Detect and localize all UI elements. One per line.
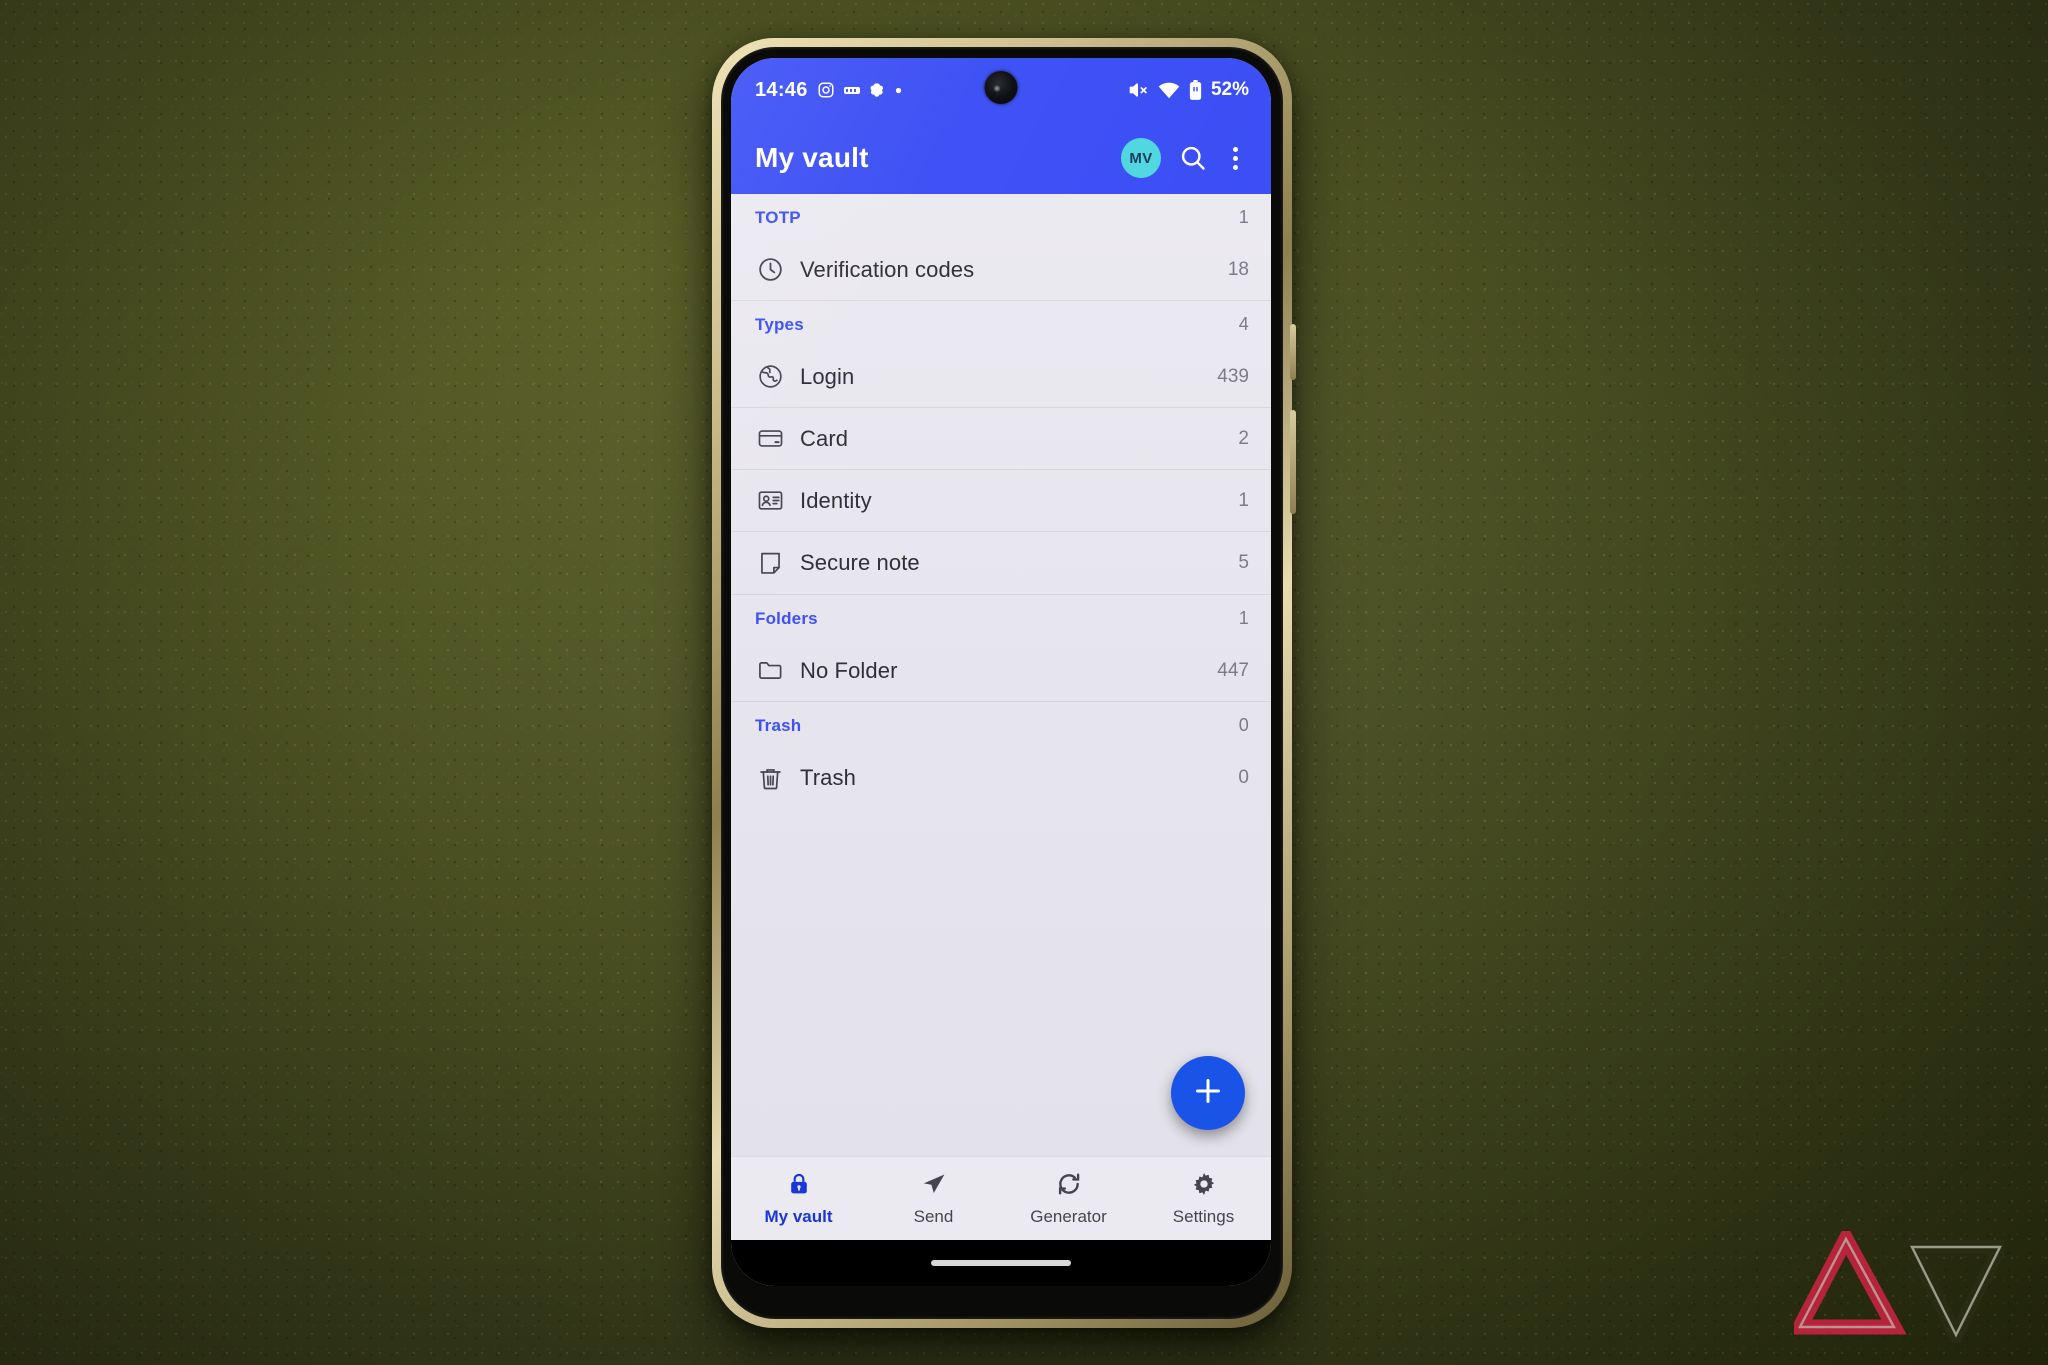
section-header-label: Folders	[755, 608, 818, 628]
section-header-label: TOTP	[755, 207, 801, 227]
nav-item-label: Send	[913, 1206, 954, 1226]
notification-dot-icon	[895, 87, 902, 94]
list-item-count: 2	[1238, 427, 1249, 449]
folder-icon	[755, 656, 785, 686]
status-bar-left: 14:46	[755, 79, 902, 102]
list-item-count: 447	[1217, 659, 1249, 681]
phone-screen: 14:46 52% My vault MV TOTP 1 Verificatio…	[731, 58, 1271, 1286]
section-header-types: Types 4	[731, 301, 1271, 346]
list-item-count: 5	[1238, 552, 1249, 573]
list-item-card[interactable]: Card 2	[731, 408, 1271, 470]
section-header-count: 1	[1238, 608, 1249, 628]
generator-icon	[1056, 1171, 1082, 1202]
instagram-icon	[817, 81, 835, 99]
vault-list[interactable]: TOTP 1 Verification codes 18 Types 4 Log…	[731, 194, 1271, 1156]
list-item-label: Identity	[800, 487, 872, 513]
status-bar-right: 52%	[1127, 79, 1249, 101]
notification-badge-icon	[843, 85, 860, 96]
list-item-no-folder[interactable]: No Folder 447	[731, 640, 1271, 702]
list-item-count: 1	[1238, 489, 1249, 511]
plus-icon	[1191, 1074, 1225, 1113]
section-header-folders: Folders 1	[731, 595, 1271, 640]
nav-item-label: My vault	[764, 1206, 833, 1226]
phone-side-button-volume[interactable]	[1290, 324, 1296, 380]
mute-icon	[1127, 80, 1149, 100]
nav-item-my-vault[interactable]: My vault	[731, 1171, 866, 1227]
app-notification-icon	[869, 82, 886, 99]
search-icon[interactable]	[1179, 144, 1207, 172]
section-header-label: Trash	[755, 715, 802, 735]
phone-bezel: 14:46 52% My vault MV TOTP 1 Verificatio…	[721, 47, 1283, 1319]
trash-icon	[755, 763, 785, 793]
add-item-fab[interactable]	[1171, 1056, 1245, 1130]
section-header-label: Types	[755, 314, 804, 334]
android-police-logo	[1794, 1231, 2004, 1343]
section-header-totp: TOTP 1	[731, 194, 1271, 239]
clock-icon	[755, 255, 785, 285]
identity-icon	[755, 486, 785, 516]
avatar[interactable]: MV	[1121, 138, 1161, 178]
app-bar: My vault MV	[731, 122, 1271, 194]
nav-item-generator[interactable]: Generator	[1001, 1171, 1136, 1227]
status-bar: 14:46 52%	[731, 58, 1271, 122]
page-title: My vault	[755, 142, 869, 173]
nav-item-label: Settings	[1172, 1206, 1235, 1226]
list-item-count: 439	[1217, 365, 1249, 387]
list-item-secure-note[interactable]: Secure note 5	[731, 532, 1271, 594]
send-icon	[921, 1171, 947, 1202]
note-icon	[755, 548, 785, 578]
gesture-navigation-area	[731, 1240, 1271, 1286]
phone-device: 14:46 52% My vault MV TOTP 1 Verificatio…	[712, 38, 1296, 1328]
nav-item-label: Generator	[1030, 1206, 1107, 1226]
overflow-menu-icon[interactable]	[1223, 146, 1247, 170]
lock-icon	[786, 1171, 812, 1202]
gesture-home-pill[interactable]	[931, 1260, 1071, 1266]
battery-icon	[1189, 80, 1202, 100]
section-header-trash: Trash 0	[731, 702, 1271, 747]
list-item-identity[interactable]: Identity 1	[731, 470, 1271, 532]
list-item-label: Trash	[800, 765, 856, 790]
nav-item-send[interactable]: Send	[866, 1171, 1001, 1227]
list-item-login[interactable]: Login 439	[731, 346, 1271, 408]
phone-side-button-power[interactable]	[1290, 410, 1296, 514]
bottom-navigation: My vault Send Generator Settings	[731, 1156, 1271, 1240]
list-item-verification-codes[interactable]: Verification codes 18	[731, 239, 1271, 301]
card-icon	[755, 424, 785, 454]
list-item-label: No Folder	[800, 657, 898, 683]
list-item-label: Verification codes	[800, 256, 975, 282]
status-bar-clock: 14:46	[755, 78, 808, 101]
battery-percentage: 52%	[1210, 79, 1249, 100]
list-item-count: 18	[1227, 258, 1249, 280]
settings-gear-icon	[1191, 1171, 1217, 1202]
list-item-label: Card	[800, 425, 849, 451]
section-header-count: 4	[1238, 314, 1249, 334]
section-header-count: 0	[1238, 715, 1249, 735]
front-camera-punch-hole	[984, 71, 1018, 104]
section-header-count: 1	[1238, 207, 1249, 227]
wifi-icon	[1158, 82, 1180, 99]
globe-icon	[755, 362, 785, 392]
list-item-trash[interactable]: Trash 0	[731, 747, 1271, 809]
list-item-label: Login	[800, 363, 855, 389]
list-item-label: Secure note	[800, 550, 920, 575]
nav-item-settings[interactable]: Settings	[1136, 1171, 1271, 1227]
list-item-count: 0	[1238, 767, 1249, 788]
